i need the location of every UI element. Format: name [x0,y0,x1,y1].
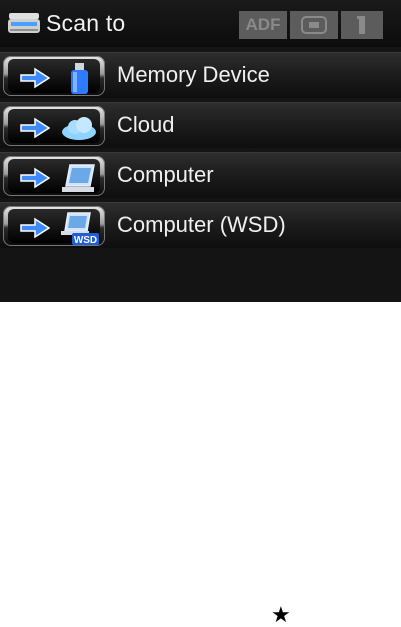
page-title: Scan to [46,10,126,36]
memory-device-button[interactable] [3,56,105,96]
computer-button[interactable] [3,156,105,196]
arrow-right-icon [20,67,50,89]
scanner-icon [8,13,40,33]
cloud-icon [62,117,96,140]
computer-icon [62,164,95,192]
menu-item-label: Memory Device [117,62,270,87]
status-icons: ADF [239,11,383,39]
menu-item-computer-wsd[interactable]: WSD Computer (WSD) [0,202,401,248]
menu-item-label: Computer (WSD) [117,212,286,237]
usb-drive-icon [71,63,88,94]
scan-to-screen: Scan to ADF Memory Device Cloud Computer… [0,0,401,302]
menu-item-memory-device[interactable]: Memory Device [0,52,401,98]
computer-wsd-button[interactable]: WSD [3,206,105,246]
header-bar: Scan to ADF [0,0,401,47]
memory-card-icon [290,11,338,39]
adf-status-icon: ADF [239,11,287,39]
cloud-button[interactable] [3,106,105,146]
arrow-right-icon [20,117,50,139]
menu-item-label: Computer [117,162,214,187]
menu-item-label: Cloud [117,112,175,137]
arrow-right-icon [20,167,50,189]
arrow-right-icon [20,217,50,239]
star-mark: ★ [271,602,291,627]
info-icon [341,11,383,39]
computer-wsd-icon: WSD [61,212,99,246]
wsd-badge: WSD [74,235,97,246]
menu-item-cloud[interactable]: Cloud [0,102,401,148]
menu-item-computer[interactable]: Computer [0,152,401,198]
